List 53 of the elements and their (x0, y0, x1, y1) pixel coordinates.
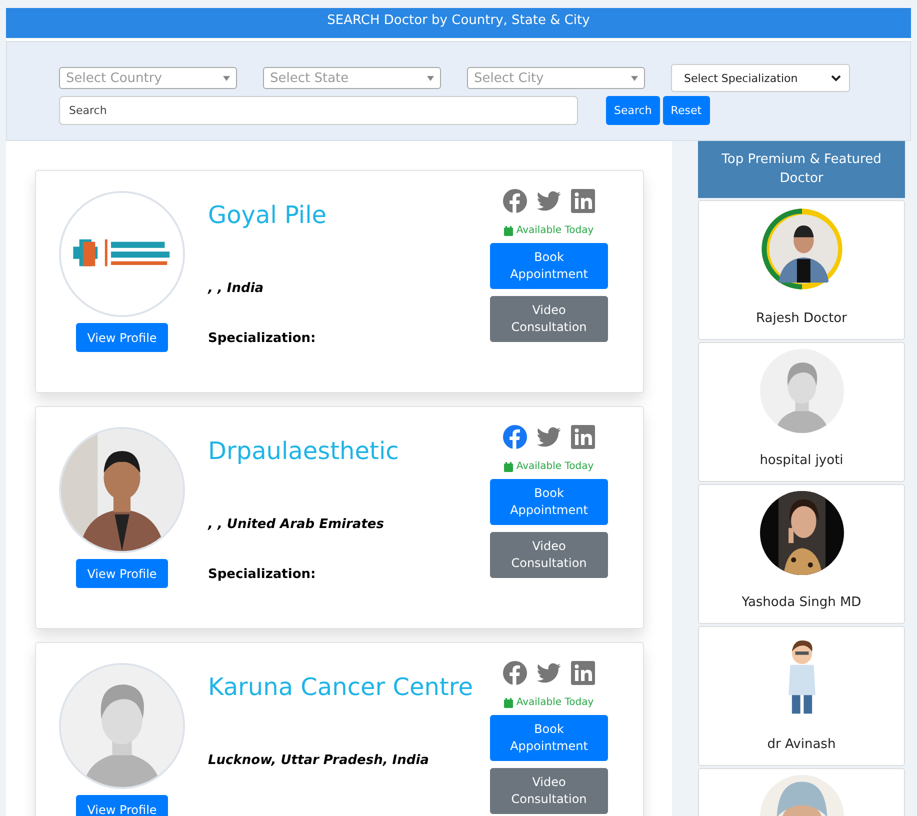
doctor-location: , , United Arab Emirates (208, 517, 385, 532)
availability-status: Available Today (516, 461, 594, 472)
featured-doctor-card[interactable]: Yashoda Singh MD (698, 484, 905, 624)
calendar-icon (504, 462, 514, 472)
availability-status: Available Today (516, 697, 594, 708)
search-field[interactable]: Search (59, 96, 578, 125)
dropdown[interactable]: Select City (467, 67, 645, 89)
doctor-name: Karuna Cancer Centre (208, 672, 474, 703)
dropdown[interactable]: Select Specialization (671, 64, 850, 92)
reset-button[interactable]: Reset (662, 96, 710, 125)
dropdown[interactable]: Select State (263, 67, 441, 89)
specialization-label: Specialization: (208, 567, 317, 582)
doctor-name: Drpaulaesthetic (208, 436, 400, 467)
search-button[interactable]: Search (606, 96, 660, 125)
caret-icon (223, 76, 230, 80)
view-profile-button[interactable]: View Profile (76, 323, 168, 352)
specialization-label: Specialization: (208, 331, 317, 346)
availability-status: Available Today (516, 225, 594, 236)
linkedin-icon[interactable] (571, 189, 595, 213)
page-title: SEARCH Doctor by Country, State & City (6, 8, 911, 41)
caret-icon (631, 76, 638, 80)
linkedin-icon[interactable] (571, 425, 595, 449)
video-consultation-button[interactable]: Video Consultation (490, 296, 608, 342)
book-appointment-button[interactable]: Book Appointment (490, 715, 608, 761)
video-consultation-button[interactable]: Video Consultation (490, 768, 608, 814)
twitter-icon[interactable] (537, 661, 561, 685)
video-consultation-button[interactable]: Video Consultation (490, 532, 608, 578)
linkedin-icon[interactable] (571, 661, 595, 685)
book-appointment-button[interactable]: Book Appointment (490, 479, 608, 525)
view-profile-button[interactable]: View Profile (76, 559, 168, 588)
caret-icon (427, 76, 434, 80)
book-appointment-button[interactable]: Book Appointment (490, 243, 608, 289)
chevron-down-icon (831, 74, 841, 82)
calendar-icon (504, 226, 514, 236)
twitter-icon[interactable] (537, 189, 561, 213)
sidebar-title: Top Premium & Featured Doctor (698, 141, 905, 198)
doctor-name: dr Avinash (767, 737, 836, 752)
featured-doctor-card[interactable]: Rajesh Doctor (698, 200, 905, 340)
calendar-icon (504, 698, 514, 708)
doctor-name: Rajesh Doctor (756, 311, 847, 326)
doctor-name: Yashoda Singh MD (742, 595, 862, 610)
view-profile-button[interactable]: View Profile (76, 795, 168, 816)
featured-doctor-card[interactable]: dr Avinash (698, 626, 905, 766)
featured-doctor-card[interactable]: hospital jyoti (698, 342, 905, 482)
facebook-icon[interactable] (503, 189, 527, 213)
twitter-icon[interactable] (537, 425, 561, 449)
doctor-location: , , India (208, 281, 265, 296)
doctor-name: hospital jyoti (760, 453, 844, 468)
facebook-icon[interactable] (503, 425, 527, 449)
facebook-icon[interactable] (503, 661, 527, 685)
doctor-name: Goyal Pile (208, 200, 328, 231)
dropdown[interactable]: Select Country (59, 67, 237, 89)
doctor-location: Lucknow, Uttar Pradesh, India (208, 753, 430, 768)
